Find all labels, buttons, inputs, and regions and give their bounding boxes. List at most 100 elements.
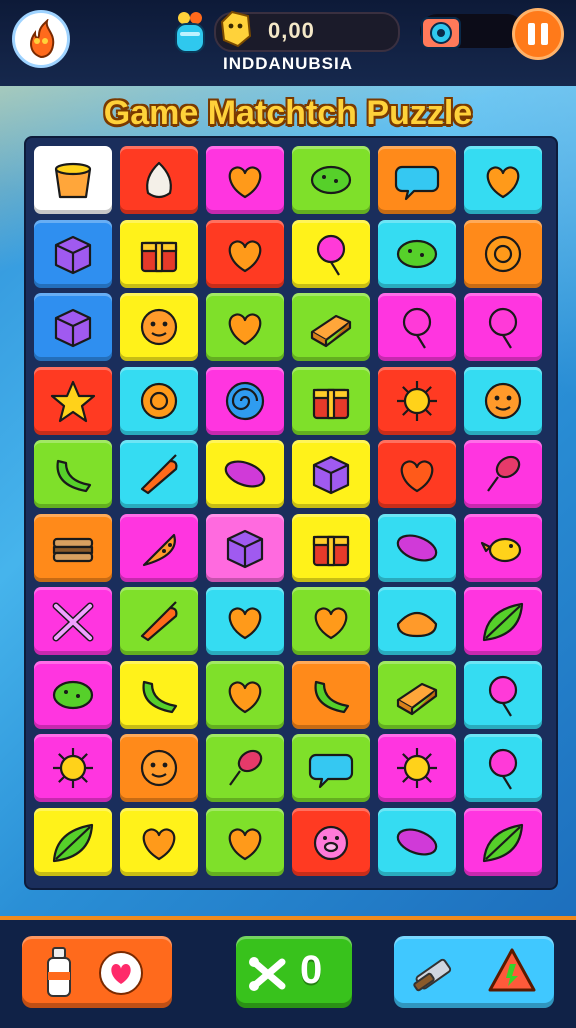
heart-icon xyxy=(228,827,262,860)
tile[interactable] xyxy=(292,660,370,729)
tile[interactable] xyxy=(120,146,198,214)
tile[interactable] xyxy=(34,366,112,435)
block-icon xyxy=(396,682,438,715)
heart-icon xyxy=(228,313,262,346)
tile[interactable] xyxy=(206,440,284,508)
tile[interactable] xyxy=(292,513,370,582)
swirl-candy-icon xyxy=(225,381,265,420)
heart-blob-icon xyxy=(400,460,434,493)
game-title: Game Matchtch Puzzle xyxy=(103,94,473,132)
tile[interactable] xyxy=(378,440,456,508)
tile[interactable] xyxy=(464,440,542,508)
coin-value: 0,00 xyxy=(268,18,315,43)
tile[interactable] xyxy=(34,660,112,729)
tile[interactable] xyxy=(120,293,198,361)
spray-powerup-button[interactable] xyxy=(22,936,172,1008)
tile[interactable] xyxy=(464,660,542,729)
ring-icon xyxy=(140,382,178,419)
capsule-icon xyxy=(396,534,438,561)
tile[interactable] xyxy=(464,587,542,655)
tile[interactable] xyxy=(464,513,542,582)
shuffle-button[interactable]: 0 xyxy=(236,936,352,1008)
tile[interactable] xyxy=(206,660,284,729)
tile[interactable] xyxy=(34,513,112,582)
tile[interactable] xyxy=(34,734,112,802)
bean-icon xyxy=(396,239,438,268)
tile[interactable] xyxy=(378,219,456,288)
cup-icon xyxy=(54,162,92,199)
tile[interactable] xyxy=(206,807,284,876)
bean-icon xyxy=(310,165,352,195)
sun-icon xyxy=(397,380,437,421)
tile[interactable] xyxy=(206,293,284,361)
leaf-icon xyxy=(52,823,94,862)
tile[interactable] xyxy=(292,587,370,655)
tile[interactable] xyxy=(292,146,370,214)
tile[interactable] xyxy=(464,366,542,435)
phone-icon xyxy=(314,680,350,713)
tile[interactable] xyxy=(378,660,456,729)
tile[interactable] xyxy=(292,219,370,288)
tile[interactable] xyxy=(378,146,456,214)
tile[interactable] xyxy=(120,660,198,729)
tile[interactable] xyxy=(464,807,542,876)
tile[interactable] xyxy=(378,587,456,655)
speech-bubble-icon xyxy=(394,165,440,201)
heart-icon xyxy=(228,239,262,272)
surfboard-icon xyxy=(482,823,524,862)
shuffle-count: 0 xyxy=(300,948,323,992)
heart-icon xyxy=(314,607,348,640)
garlic-icon xyxy=(146,161,172,199)
tile[interactable] xyxy=(292,734,370,802)
tile[interactable] xyxy=(464,146,542,214)
tile[interactable] xyxy=(206,219,284,288)
pause-icon-bar xyxy=(541,23,548,45)
tile[interactable] xyxy=(120,219,198,288)
tile[interactable] xyxy=(206,366,284,435)
face-icon xyxy=(140,749,178,787)
tile[interactable] xyxy=(378,807,456,876)
pause-button[interactable] xyxy=(512,8,564,60)
tile[interactable] xyxy=(464,734,542,802)
tile[interactable] xyxy=(120,440,198,508)
tile[interactable] xyxy=(292,440,370,508)
tile[interactable] xyxy=(378,366,456,435)
tile[interactable] xyxy=(34,807,112,876)
tile[interactable] xyxy=(34,587,112,655)
tile[interactable] xyxy=(206,587,284,655)
hammer-powerup-button[interactable] xyxy=(394,936,554,1008)
tile[interactable] xyxy=(120,587,198,655)
heart-badge-icon xyxy=(99,951,143,995)
tile[interactable] xyxy=(378,293,456,361)
camera-icon[interactable] xyxy=(420,10,462,52)
tile[interactable] xyxy=(378,513,456,582)
potion-cup-icon xyxy=(175,12,205,53)
tile[interactable] xyxy=(120,513,198,582)
gift-box-icon xyxy=(140,241,178,272)
tile[interactable] xyxy=(34,293,112,361)
tile[interactable] xyxy=(34,146,112,214)
tile[interactable] xyxy=(206,734,284,802)
lollipop-icon xyxy=(402,307,432,349)
tile[interactable] xyxy=(120,366,198,435)
tile[interactable] xyxy=(120,734,198,802)
tile[interactable] xyxy=(378,734,456,802)
tile[interactable] xyxy=(34,219,112,288)
region-label: INDDANUBSIA xyxy=(223,54,353,73)
tile[interactable] xyxy=(464,219,542,288)
tile[interactable] xyxy=(464,293,542,361)
jellybean-icon xyxy=(224,460,266,488)
cookie-icon xyxy=(140,308,178,346)
tile[interactable] xyxy=(292,366,370,435)
tile[interactable] xyxy=(292,807,370,876)
tile[interactable] xyxy=(206,146,284,214)
tile[interactable] xyxy=(120,807,198,876)
tile[interactable] xyxy=(292,293,370,361)
shuffle-icon xyxy=(249,957,286,991)
cookie-face-icon xyxy=(484,382,522,419)
tile[interactable] xyxy=(34,440,112,508)
tile[interactable] xyxy=(206,513,284,582)
chest-icon xyxy=(312,388,350,419)
cube-icon xyxy=(226,529,264,568)
leaf-icon xyxy=(482,602,524,642)
